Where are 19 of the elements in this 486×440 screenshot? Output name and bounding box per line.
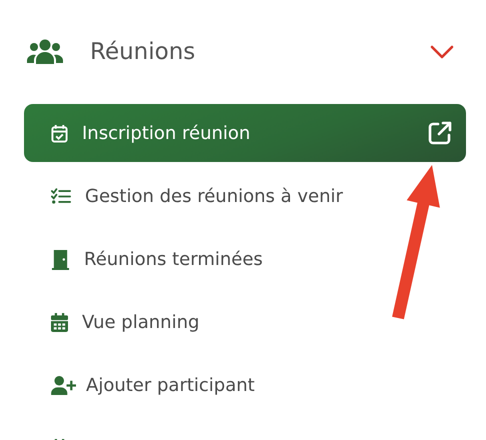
menu-item[interactable]: Vue planning: [24, 293, 466, 351]
active-menu-item[interactable]: Inscription réunion: [24, 104, 466, 162]
section-title: Réunions: [90, 39, 196, 65]
calendar-icon: [51, 312, 68, 332]
menu-item[interactable]: Gestion des réunions à venir: [24, 167, 466, 225]
menu-item[interactable]: Ajouter participant: [24, 356, 466, 414]
menu-item-label: Ajouter participant: [86, 374, 256, 396]
calendar-check-icon: [51, 124, 68, 142]
checklist-icon: [51, 188, 71, 204]
menu-item-label: Réunions terminées: [84, 248, 264, 270]
menu-item-label: Inscription réunion: [82, 122, 252, 144]
add-user-icon: [51, 376, 76, 394]
door-icon: [51, 248, 70, 270]
menu-item-label: Vue planning: [82, 312, 200, 332]
menu-item[interactable]: Réunions terminées: [24, 230, 466, 288]
menu-item-label: Gestion des réunions à venir: [85, 186, 344, 206]
users-icon: [27, 39, 63, 65]
external-link-icon[interactable]: [428, 121, 452, 145]
chevron-icon[interactable]: [430, 45, 454, 59]
